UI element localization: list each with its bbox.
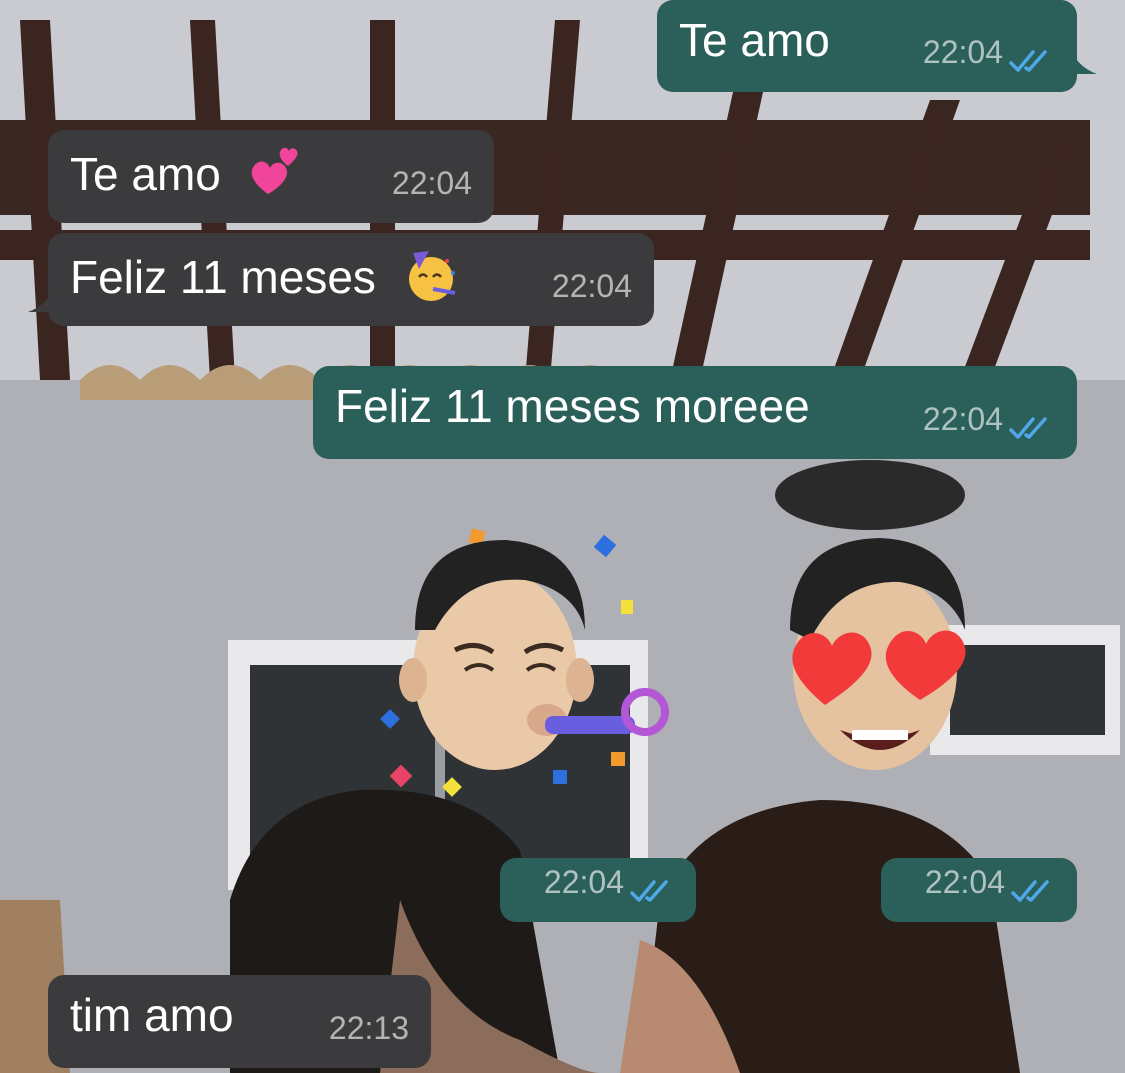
sticker-memoji-heart-eyes[interactable] bbox=[780, 530, 980, 780]
message-meta: 22:13 bbox=[329, 1002, 409, 1054]
message-bubble-outgoing[interactable]: Feliz 11 meses moreee 22:04 bbox=[313, 366, 1077, 459]
message-meta: 22:04 bbox=[925, 856, 1057, 908]
message-text: Te amo bbox=[679, 14, 830, 66]
message-meta: 22:04 bbox=[544, 856, 676, 908]
message-text: Feliz 11 meses moreee bbox=[335, 380, 810, 432]
bubble-tail bbox=[28, 282, 56, 312]
message-time: 22:04 bbox=[551, 268, 632, 304]
message-bubble-outgoing[interactable]: Te amo 22:04 bbox=[657, 0, 1097, 92]
double-check-icon bbox=[1009, 405, 1055, 439]
message-meta: 22:04 bbox=[392, 157, 472, 209]
message-meta: 22:04 bbox=[923, 26, 1055, 78]
sticker-time-pill: 22:04 bbox=[500, 858, 696, 922]
sticker-memoji-party[interactable] bbox=[375, 520, 675, 810]
message-time: 22:04 bbox=[391, 165, 472, 201]
double-check-icon bbox=[630, 868, 676, 902]
partying-face-emoji bbox=[403, 247, 459, 303]
double-check-icon bbox=[1009, 38, 1055, 72]
message-meta: 22:04 bbox=[923, 393, 1055, 445]
message-bubble-incoming[interactable]: Te amo 22:04 bbox=[48, 130, 494, 223]
double-check-icon bbox=[1011, 868, 1057, 902]
message-bubble-incoming[interactable]: tim amo 22:13 bbox=[48, 975, 431, 1068]
memoji-party-horn-icon bbox=[380, 528, 669, 797]
message-text: Feliz 11 meses bbox=[70, 251, 376, 303]
message-time: 22:04 bbox=[924, 864, 1005, 900]
sticker-time-pill: 22:04 bbox=[881, 858, 1077, 922]
message-text: tim amo bbox=[70, 989, 234, 1041]
message-meta: 22:04 bbox=[552, 260, 632, 312]
message-bubble-incoming[interactable]: Feliz 11 meses 22:04 bbox=[28, 233, 654, 326]
two-hearts-emoji bbox=[248, 144, 304, 200]
message-time: 22:13 bbox=[328, 1010, 409, 1046]
bubble-tail bbox=[1069, 44, 1097, 74]
message-text: Te amo bbox=[70, 148, 221, 200]
message-time: 22:04 bbox=[922, 401, 1003, 437]
message-time: 22:04 bbox=[922, 34, 1003, 70]
memoji-heart-eyes-icon bbox=[790, 538, 966, 770]
message-time: 22:04 bbox=[543, 864, 624, 900]
